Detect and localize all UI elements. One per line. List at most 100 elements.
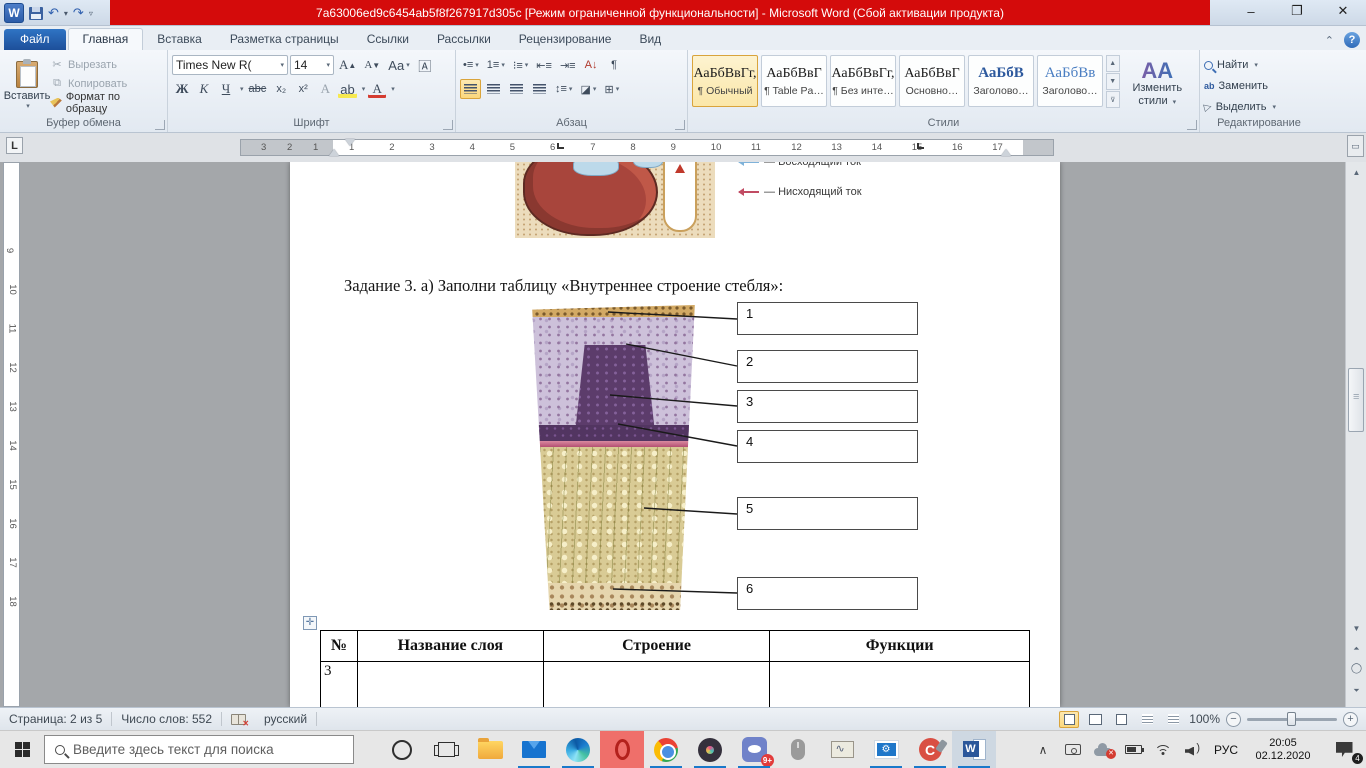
clipboard-dialog-launcher-icon[interactable] <box>155 120 165 130</box>
action-center-button[interactable]: 4 <box>1322 731 1366 768</box>
grow-font-button[interactable]: А▲ <box>336 55 359 75</box>
align-left-button[interactable] <box>460 79 481 99</box>
show-marks-button[interactable]: ¶ <box>604 55 625 75</box>
document-page[interactable]: — Восходящий ток — Нисходящий ток Задани… <box>290 162 1060 707</box>
ccleaner-button[interactable]: C <box>908 731 952 768</box>
hanging-indent-marker[interactable] <box>329 149 339 156</box>
previous-page-icon[interactable]: ⏶ <box>1346 640 1366 657</box>
clock[interactable]: 20:0502.12.2020 <box>1244 731 1322 768</box>
superscript-button[interactable]: x² <box>293 79 313 99</box>
tab-references[interactable]: Ссылки <box>353 29 423 50</box>
tray-display-button[interactable] <box>1058 731 1088 768</box>
style-no-spacing[interactable]: АаБбВвГг, ¶ Без инте… <box>830 55 896 107</box>
copy-button[interactable]: ⧉Копировать <box>50 75 163 92</box>
increase-indent-button[interactable]: ⇥≡ <box>557 55 579 75</box>
change-case-button[interactable]: Аа▾ <box>385 55 413 75</box>
select-browse-object-icon[interactable]: ◯ <box>1346 660 1366 677</box>
zoom-out-icon[interactable]: − <box>1226 712 1241 727</box>
first-line-indent-marker[interactable] <box>345 139 355 146</box>
word-taskbar-button[interactable]: W <box>952 731 996 768</box>
cortana-button[interactable] <box>380 731 424 768</box>
language-switcher[interactable]: РУС <box>1208 731 1244 768</box>
language-indicator[interactable]: русский <box>255 708 316 730</box>
scroll-up-icon[interactable]: ▲ <box>1346 164 1366 181</box>
functions-cell[interactable] <box>770 662 1030 708</box>
styles-scroll-up-icon[interactable]: ▲ <box>1106 55 1120 72</box>
task-view-button[interactable] <box>424 731 468 768</box>
battery-status-button[interactable] <box>1118 731 1148 768</box>
zoom-slider-thumb[interactable] <box>1287 712 1296 726</box>
fullscreen-reading-view-button[interactable] <box>1085 711 1105 728</box>
zoom-in-icon[interactable]: + <box>1343 712 1358 727</box>
align-right-button[interactable] <box>506 79 527 99</box>
tray-expand-button[interactable]: ∧ <box>1028 731 1058 768</box>
mouse-settings-button[interactable] <box>776 731 820 768</box>
tab-mailings[interactable]: Рассылки <box>423 29 505 50</box>
redo-icon[interactable]: ↷ <box>73 3 84 23</box>
bold-button[interactable]: Ж <box>172 79 192 99</box>
zoom-slider[interactable] <box>1247 718 1337 721</box>
layer-name-cell[interactable] <box>357 662 543 708</box>
table-move-handle[interactable]: ✛ <box>303 616 317 630</box>
structure-cell[interactable] <box>543 662 770 708</box>
format-painter-button[interactable]: Формат по образцу <box>50 94 163 111</box>
draft-view-button[interactable] <box>1163 711 1183 728</box>
bullets-button[interactable]: •≡▾ <box>460 55 482 75</box>
tab-file[interactable]: Файл <box>4 29 66 50</box>
text-effects-button[interactable]: А <box>315 79 335 99</box>
onedrive-status-button[interactable]: ✕ <box>1088 731 1118 768</box>
subscript-button[interactable]: x₂ <box>271 79 291 99</box>
taskbar-search-input[interactable]: Введите здесь текст для поиска <box>44 735 354 764</box>
page-indicator[interactable]: Страница: 2 из 5 <box>0 708 111 730</box>
scrollbar-thumb[interactable] <box>1348 368 1364 432</box>
answer-box-5[interactable]: 5 <box>737 497 918 530</box>
outline-view-button[interactable] <box>1137 711 1157 728</box>
right-indent-marker[interactable] <box>1001 149 1011 156</box>
undo-caret-icon[interactable]: ▾ <box>64 9 68 18</box>
word-count[interactable]: Число слов: 552 <box>112 708 221 730</box>
close-button[interactable]: ✕ <box>1320 0 1366 22</box>
answer-box-4[interactable]: 4 <box>737 430 918 463</box>
system-settings-button[interactable]: ⚙ <box>864 731 908 768</box>
performance-monitor-button[interactable] <box>820 731 864 768</box>
zoom-level[interactable]: 100% <box>1189 712 1220 726</box>
web-layout-view-button[interactable] <box>1111 711 1131 728</box>
tab-home[interactable]: Главная <box>68 28 144 50</box>
save-icon[interactable] <box>29 7 43 20</box>
shading-button[interactable]: ◪▾ <box>577 79 599 99</box>
opera-button[interactable] <box>600 731 644 768</box>
tab-stop-icon[interactable] <box>917 143 924 149</box>
font-size-select[interactable]: 14▾ <box>290 55 334 75</box>
music-app-button[interactable] <box>688 731 732 768</box>
vertical-scrollbar[interactable]: ▲ ▼ ⏶ ◯ ⏷ <box>1345 162 1366 707</box>
answer-box-6[interactable]: 6 <box>737 577 918 610</box>
games-app-button[interactable]: 9+ <box>732 731 776 768</box>
align-center-button[interactable] <box>483 79 504 99</box>
minimize-button[interactable]: – <box>1228 0 1274 22</box>
styles-more-icon[interactable]: ⊽ <box>1106 91 1120 108</box>
styles-scroll-down-icon[interactable]: ▼ <box>1106 73 1120 90</box>
tab-insert[interactable]: Вставка <box>143 29 216 50</box>
paragraph-dialog-launcher-icon[interactable] <box>675 120 685 130</box>
clear-formatting-button[interactable]: 🄰 <box>415 55 435 75</box>
style-table-paragraph[interactable]: АаБбВвГ ¶ Table Pa… <box>761 55 827 107</box>
restore-button[interactable]: ❐ <box>1274 0 1320 22</box>
shrink-font-button[interactable]: А▼ <box>361 55 383 75</box>
tab-page-layout[interactable]: Разметка страницы <box>216 29 353 50</box>
font-family-select[interactable]: Times New R(▾ <box>172 55 288 75</box>
font-color-button[interactable]: А <box>367 79 387 99</box>
paste-button[interactable]: Вставить ▾ <box>4 53 50 116</box>
tab-stop-icon[interactable] <box>557 143 564 149</box>
answer-box-2[interactable]: 2 <box>737 350 918 383</box>
table-row[interactable]: 3 <box>321 662 1030 708</box>
find-button[interactable]: Найти▾ <box>1204 56 1314 74</box>
chrome-button[interactable] <box>644 731 688 768</box>
undo-icon[interactable]: ↶ <box>48 3 59 23</box>
numbering-button[interactable]: 1≡▾ <box>484 55 508 75</box>
edge-button[interactable] <box>556 731 600 768</box>
style-normal[interactable]: АаБбВвГг, ¶ Обычный <box>692 55 758 107</box>
italic-button[interactable]: К <box>194 79 214 99</box>
collapse-ribbon-icon[interactable]: ⌃ <box>1325 34 1334 47</box>
multilevel-list-button[interactable]: ⁝≡▾ <box>510 55 531 75</box>
row-number-cell[interactable]: 3 <box>321 662 358 708</box>
